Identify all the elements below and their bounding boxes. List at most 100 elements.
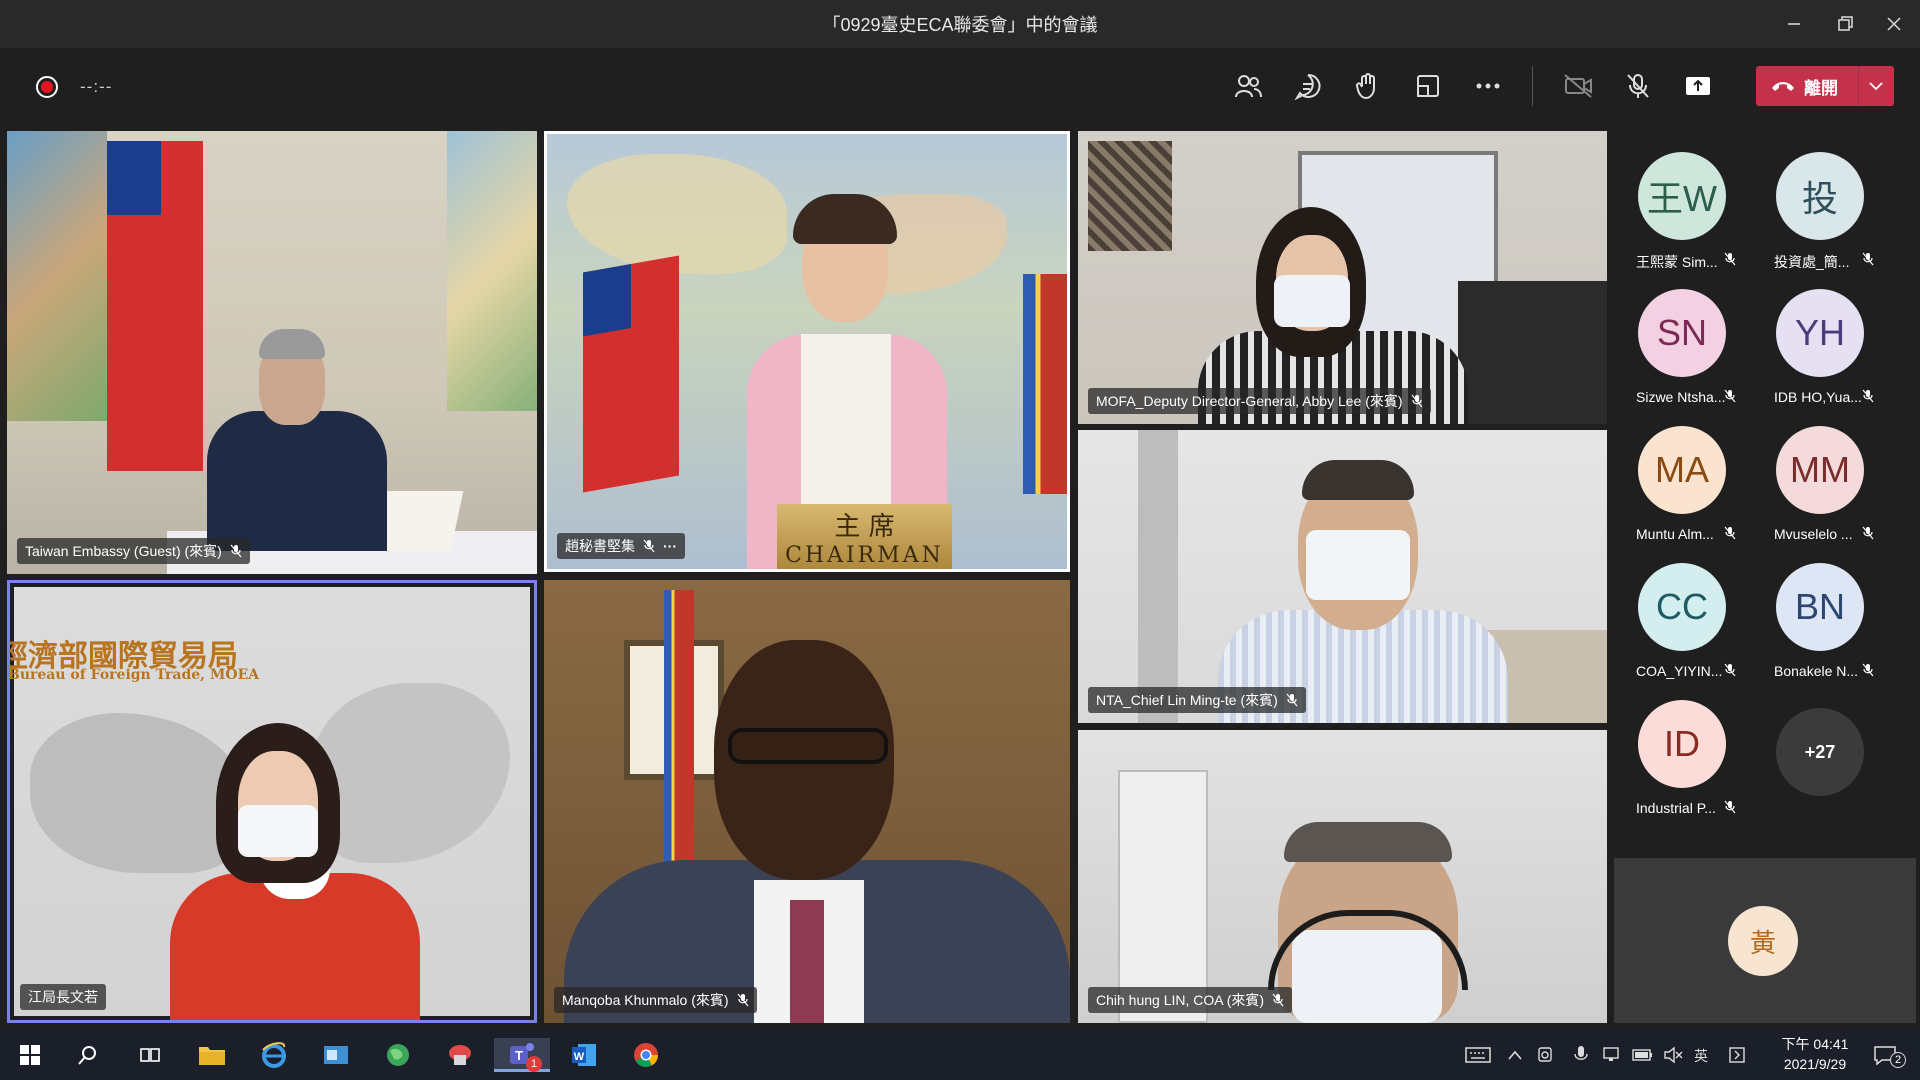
mic-off-icon: [1272, 993, 1284, 1007]
teams-taskbar-icon[interactable]: T 1: [494, 1038, 550, 1072]
people-button[interactable]: [1230, 68, 1266, 104]
participant-item[interactable]: CC COA_YIYIN...: [1612, 539, 1750, 679]
camera-off-button[interactable]: [1560, 68, 1596, 104]
volume-muted-icon[interactable]: [1658, 1038, 1688, 1072]
plaque-cn: 主 席: [834, 512, 895, 542]
share-screen-button[interactable]: [1680, 68, 1716, 104]
more-participants-button[interactable]: +27: [1750, 684, 1888, 814]
restore-button[interactable]: [1820, 0, 1872, 48]
control-panel-icon[interactable]: [314, 1038, 358, 1072]
avatar: MA: [1638, 426, 1726, 514]
self-video-tile[interactable]: 黃: [1614, 858, 1916, 1023]
flag: [107, 141, 203, 471]
teams-badge: 1: [526, 1056, 542, 1072]
more-actions-button[interactable]: [1470, 68, 1506, 104]
tile-nametag: Taiwan Embassy (Guest) (來賓): [17, 538, 250, 564]
avatar: ID: [1638, 700, 1726, 788]
notification-count: 2: [1890, 1052, 1906, 1068]
raise-hand-button[interactable]: [1350, 68, 1386, 104]
leave-button[interactable]: 離開: [1756, 66, 1894, 106]
participant-item[interactable]: YH IDB HO,Yua...: [1750, 265, 1888, 405]
meeting-timer: --:--: [80, 77, 113, 96]
video-tile-nta[interactable]: NTA_Chief Lin Ming-te (來賓): [1078, 430, 1607, 723]
tile-nametag: NTA_Chief Lin Ming-te (來賓): [1088, 687, 1306, 713]
video-tile-coa[interactable]: Chih hung LIN, COA (來賓): [1078, 730, 1607, 1023]
svg-text:T: T: [515, 1048, 523, 1063]
microphone-tray-icon[interactable]: [1566, 1038, 1596, 1072]
network-icon[interactable]: [1598, 1038, 1628, 1072]
chairman-plaque: 主 席 CHAIRMAN: [777, 504, 952, 569]
tile-nametag: 江局長文若: [20, 984, 106, 1010]
participant-item[interactable]: SN Sizwe Ntsha...: [1612, 265, 1750, 405]
internet-explorer-icon[interactable]: [252, 1038, 296, 1072]
tile-nametag: Chih hung LIN, COA (來賓): [1088, 987, 1293, 1013]
overflow-count[interactable]: +27: [1776, 708, 1864, 796]
avatar: CC: [1638, 563, 1726, 651]
more-options-icon[interactable]: ···: [663, 538, 677, 554]
task-view-icon[interactable]: [128, 1038, 172, 1072]
mic-off-icon: [1862, 663, 1874, 682]
tile-nametag: 趙秘書堅集 ···: [557, 533, 685, 559]
notification-center-icon[interactable]: 2: [1862, 1038, 1908, 1072]
camera-tray-icon[interactable]: [1530, 1038, 1560, 1072]
minimize-button[interactable]: [1768, 0, 1820, 48]
participant-name: Bonakele N...: [1774, 663, 1859, 679]
chrome-icon[interactable]: [624, 1038, 668, 1072]
avatar: SN: [1638, 289, 1726, 377]
mic-off-icon: [1724, 800, 1736, 819]
participant-name: Industrial P...: [1636, 800, 1716, 816]
flag: [664, 590, 694, 890]
battery-icon[interactable]: [1628, 1038, 1658, 1072]
window-title-bar: 「0929臺史ECA聯委會」中的會議: [0, 0, 1920, 48]
mic-off-icon: [1411, 394, 1423, 408]
ime-mode-icon[interactable]: [1722, 1038, 1752, 1072]
svg-text:W: W: [574, 1051, 585, 1063]
window-title: 「0929臺史ECA聯委會」中的會議: [822, 15, 1098, 35]
participant-name: 江局長文若: [28, 989, 98, 1005]
avatar: 投: [1776, 152, 1864, 240]
participant-item[interactable]: BN Bonakele N...: [1750, 539, 1888, 679]
tile-nametag: MOFA_Deputy Director-General, Abby Lee (…: [1088, 388, 1431, 414]
participant-name: Manqoba Khunmalo (來賓): [562, 992, 729, 1008]
avatar: BN: [1776, 563, 1864, 651]
flag: [1023, 274, 1067, 494]
participant-item[interactable]: 投投資處_簡...: [1750, 128, 1888, 270]
participant-item[interactable]: 王W 王熙蒙 Sim...: [1612, 128, 1750, 270]
search-icon[interactable]: [66, 1038, 110, 1072]
rooms-button[interactable]: [1410, 68, 1446, 104]
snipping-tool-icon[interactable]: [438, 1038, 482, 1072]
file-explorer-icon[interactable]: [190, 1038, 234, 1072]
tile-nametag: Manqoba Khunmalo (來賓): [554, 987, 757, 1013]
avatar: 黃: [1728, 906, 1798, 976]
system-clock[interactable]: 下午 04:41 2021/9/29: [1770, 1034, 1860, 1074]
mic-off-icon: [1286, 693, 1298, 707]
touch-keyboard-icon[interactable]: [1458, 1038, 1498, 1072]
chat-button[interactable]: [1290, 68, 1326, 104]
participant-item[interactable]: MA Muntu Alm...: [1612, 402, 1750, 542]
mic-off-button[interactable]: [1620, 68, 1656, 104]
leave-label: 離開: [1804, 78, 1838, 98]
close-window-button[interactable]: [1868, 0, 1920, 48]
video-tile-manqoba[interactable]: Manqoba Khunmalo (來賓): [544, 580, 1070, 1023]
mic-off-icon: [737, 993, 749, 1007]
ime-indicator[interactable]: 英: [1694, 1046, 1708, 1066]
mic-off-icon: [643, 539, 655, 553]
avatar: MM: [1776, 426, 1864, 514]
start-button[interactable]: [8, 1038, 52, 1072]
windows-taskbar: T 1 W 英 下午 04:41 2021/9/29 2: [0, 1030, 1920, 1080]
clock-time: 下午 04:41: [1781, 1036, 1849, 1052]
video-tile-director-chiang[interactable]: 經濟部國際貿易局 Bureau of Foreign Trade, MOEA 江…: [7, 580, 537, 1023]
word-icon[interactable]: W: [562, 1038, 606, 1072]
participant-name: 趙秘書堅集: [565, 538, 635, 554]
participant-item[interactable]: ID Industrial P...: [1612, 676, 1750, 816]
mic-off-icon: [230, 544, 242, 558]
video-tile-mofa[interactable]: MOFA_Deputy Director-General, Abby Lee (…: [1078, 131, 1607, 424]
network-globe-icon[interactable]: [376, 1038, 420, 1072]
chevron-up-icon[interactable]: [1500, 1038, 1530, 1072]
chevron-down-icon[interactable]: [1868, 80, 1884, 92]
participant-item[interactable]: MM Mvuselelo ...: [1750, 402, 1888, 542]
video-tile-chairman[interactable]: 主 席 CHAIRMAN 趙秘書堅集 ···: [544, 131, 1070, 572]
avatar: 王W: [1638, 152, 1726, 240]
video-tile-taiwan-embassy[interactable]: Taiwan Embassy (Guest) (來賓): [7, 131, 537, 574]
participant-name: Taiwan Embassy (Guest) (來賓): [25, 543, 222, 559]
